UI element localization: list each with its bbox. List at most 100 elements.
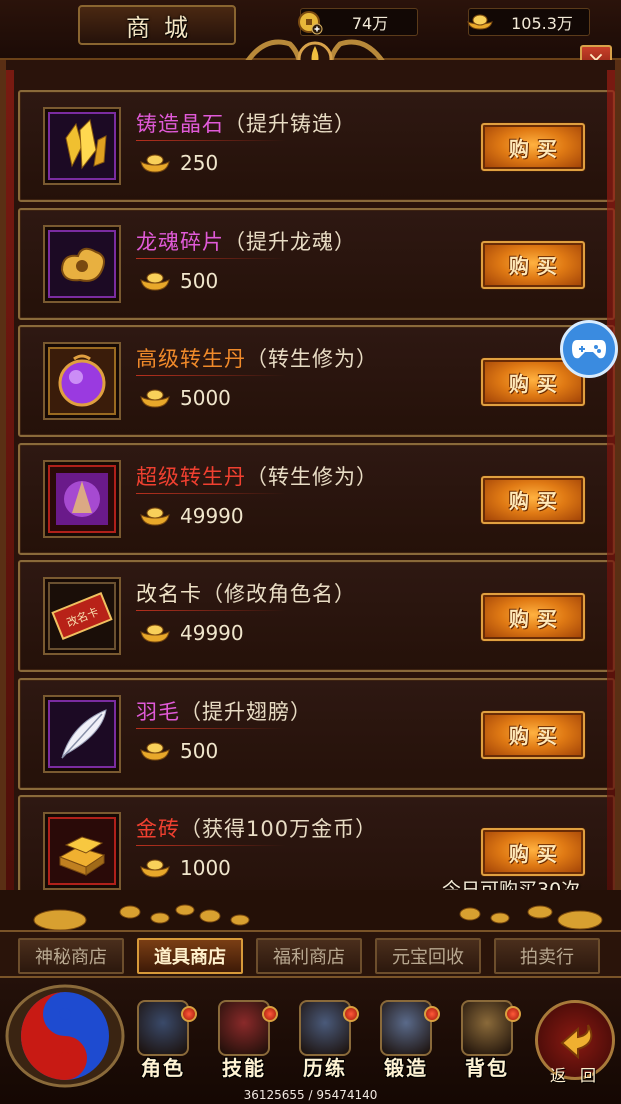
floating-gamepad-button[interactable] [560, 320, 618, 378]
item-name: 超级转生丹（转生修为） [136, 461, 378, 491]
buy-button-label: 购买 [509, 606, 565, 631]
item-price: 500 [138, 268, 218, 294]
item-price: 500 [138, 738, 218, 764]
item-name: 金砖（获得100万金币） [136, 813, 377, 843]
item-price-value: 49990 [180, 621, 244, 645]
tab-item-shop[interactable]: 道具商店 [137, 938, 243, 974]
item-name: 羽毛（提升翅膀） [136, 696, 312, 726]
name-underline [136, 845, 286, 846]
item-name-label: 铸造晶石 [136, 112, 224, 136]
item-desc-label: （提升铸造） [224, 112, 356, 136]
nav-label: 技能 [222, 1056, 266, 1080]
taiji-orb-icon[interactable] [0, 978, 130, 1088]
buy-button[interactable]: 购买 [481, 240, 585, 289]
item-icon-frame[interactable] [43, 342, 121, 420]
item-name-label: 超级转生丹 [136, 464, 246, 489]
name-underline [136, 257, 286, 259]
item-icon-frame[interactable] [43, 812, 121, 890]
item-price-value: 500 [180, 738, 219, 763]
item-desc-label: （提升翅膀） [180, 699, 312, 724]
item-icon-frame[interactable] [43, 224, 121, 303]
white-feather-icon [48, 699, 116, 768]
golden-cloud-icon [48, 229, 116, 298]
gold-ingot-icon [140, 859, 170, 878]
return-label: 返回 [550, 1066, 611, 1085]
item-name-label: 金砖 [136, 817, 180, 841]
shop-item-row: 龙魂碎片（提升龙魂） 500 购买 [18, 207, 615, 326]
item-name-label: 高级转生丹 [136, 347, 246, 371]
item-price: 49990 [138, 503, 244, 529]
item-icon-frame[interactable] [43, 694, 121, 773]
shop-tab-bar: 神秘商店 道具商店 福利商店 元宝回收 拍卖行 [0, 930, 621, 978]
item-desc-label: （提升龙魂） [224, 229, 356, 254]
item-icon-frame[interactable] [43, 459, 121, 538]
buy-button[interactable]: 购买 [481, 475, 585, 524]
buy-button-label: 购买 [509, 136, 565, 161]
exp-progress-text: 36125655 / 95474140 [243, 1088, 378, 1102]
item-price: 250 [138, 150, 218, 176]
buy-button-label: 购买 [509, 724, 565, 748]
rename-card-icon: 改名卡 [48, 582, 116, 650]
nav-forge[interactable]: 锻造 [373, 1000, 440, 1090]
shop-item-row: 高级转生丹（转生修为） 5000 购买 [18, 325, 615, 443]
character-portrait-icon [137, 1000, 197, 1056]
title-plate: 商城 [78, 5, 236, 45]
yellow-crystal-icon [48, 112, 116, 180]
tab-welfare-shop[interactable]: 福利商店 [256, 938, 362, 974]
shop-item-row: 铸造晶石（提升铸造） 250 购买 [18, 90, 615, 208]
gamepad-icon [572, 340, 606, 359]
name-underline [136, 610, 286, 611]
gold-bar-icon [48, 817, 116, 885]
buy-button[interactable]: 购买 [481, 828, 585, 876]
nav-bag[interactable]: 背包 [454, 1000, 521, 1090]
gold-ingot-icon [140, 507, 170, 526]
shop-item-row: 羽毛（提升翅膀） 500 购买 [18, 677, 615, 796]
item-icon-frame[interactable]: 改名卡 [43, 577, 121, 655]
nav-training[interactable]: 历练 [292, 1000, 359, 1090]
item-price-value: 1000 [180, 856, 231, 880]
item-name-label: 改名卡 [136, 582, 202, 606]
ingot-counter: 105.3万 [467, 8, 590, 36]
tab-ingot-recycle[interactable]: 元宝回收 [375, 938, 481, 974]
training-portrait-icon [299, 1000, 359, 1056]
nav-skill[interactable]: 技能 [211, 1000, 278, 1090]
name-underline [136, 375, 286, 376]
item-name-label: 羽毛 [136, 699, 180, 724]
shop-item-card: 铸造晶石（提升铸造） 250 购买 [18, 90, 615, 202]
shop-item-card: 改名卡 改名卡（修改角色名） 49990 购买 [18, 560, 615, 672]
item-icon-frame[interactable] [43, 107, 121, 185]
gold-ingot-icon [140, 389, 170, 408]
item-desc-label: （转生修为） [246, 464, 378, 489]
item-price: 1000 [138, 855, 231, 881]
buy-button[interactable]: 购买 [481, 710, 585, 759]
notification-dot [505, 1006, 521, 1022]
super-pill-icon [48, 464, 116, 533]
item-desc-label: （获得100万金币） [180, 817, 378, 841]
name-underline [136, 140, 286, 141]
notification-dot [262, 1006, 278, 1022]
tab-mystery-shop[interactable]: 神秘商店 [18, 938, 124, 974]
nav-character[interactable]: 角色 [130, 1000, 197, 1090]
item-price-value: 250 [180, 151, 219, 175]
buy-button-label: 购买 [509, 371, 565, 396]
shop-item-row: 改名卡 改名卡（修改角色名） 49990 购买 [18, 560, 615, 678]
gold-ingot-icon [467, 14, 493, 30]
tab-auction[interactable]: 拍卖行 [494, 938, 600, 974]
item-price-value: 500 [180, 268, 219, 293]
item-name: 改名卡（修改角色名） [136, 578, 356, 608]
buy-button-label: 购买 [509, 841, 565, 866]
page-title: 商城 [126, 13, 202, 42]
buy-button[interactable]: 购买 [481, 123, 585, 171]
item-list: 铸造晶石（提升铸造） 250 购买 龙魂碎片（提升龙魂） 500 购买 高级转生… [18, 90, 615, 913]
shop-item-card: 高级转生丹（转生修为） 5000 购买 [18, 325, 615, 437]
name-underline [136, 727, 286, 729]
item-desc-label: （修改角色名） [202, 582, 356, 606]
item-name-label: 龙魂碎片 [136, 229, 224, 254]
nav-label: 锻造 [384, 1056, 428, 1080]
buy-button-label: 购买 [509, 489, 565, 513]
item-name: 龙魂碎片（提升龙魂） [136, 226, 356, 256]
shop-item-row: 超级转生丹（转生修为） 49990 购买 [18, 442, 615, 561]
buy-button[interactable]: 购买 [481, 593, 585, 641]
buy-button-label: 购买 [509, 254, 565, 278]
bottom-nav: 角色 技能 历练 锻造 背包 返回 [0, 978, 621, 1104]
